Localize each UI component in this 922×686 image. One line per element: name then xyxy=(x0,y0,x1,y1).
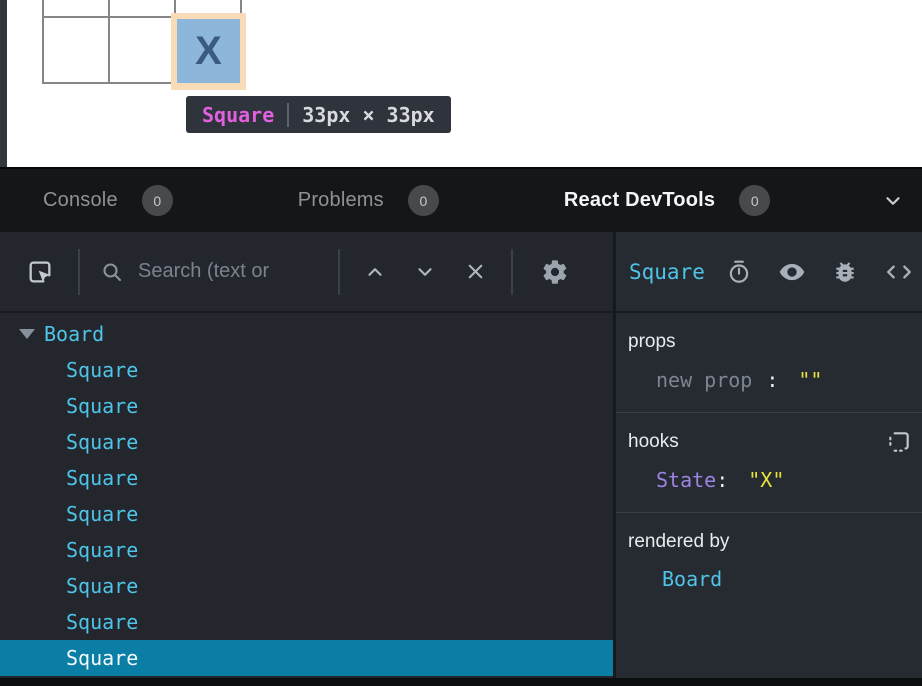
hook-name-label: State xyxy=(656,468,716,492)
selected-component-name: Square xyxy=(629,260,705,284)
inspector-header: Square xyxy=(616,232,922,313)
board-cell[interactable] xyxy=(109,0,175,17)
tree-node-label: Square xyxy=(66,610,138,634)
toolbar-divider xyxy=(338,249,340,295)
tooltip-divider xyxy=(287,103,289,127)
react-devtools-panel: Board Square Square Square Square Square… xyxy=(0,232,922,686)
rendered-by-title: rendered by xyxy=(628,531,910,553)
search-icon xyxy=(100,260,124,284)
tree-node-square[interactable]: Square xyxy=(0,388,613,424)
tree-node-square[interactable]: Square xyxy=(0,532,613,568)
tab-react-devtools-badge: 0 xyxy=(739,185,770,216)
components-tree: Board Square Square Square Square Square… xyxy=(0,313,613,676)
inspect-tooltip: Square 33px × 33px xyxy=(186,96,451,133)
tab-react-devtools-label: React DevTools xyxy=(564,189,715,212)
tree-node-square[interactable]: Square xyxy=(0,460,613,496)
inspector-header-icons xyxy=(726,258,914,286)
inspected-page: X Square 33px × 33px xyxy=(0,0,922,167)
inspect-highlight-padding: X xyxy=(171,13,246,90)
screen: X Square 33px × 33px Console 0 Problems … xyxy=(0,0,922,686)
tree-node-square[interactable]: Square xyxy=(0,424,613,460)
search-nav-icons xyxy=(364,260,487,283)
hook-state-row: State : "X" xyxy=(656,468,910,492)
tree-node-label: Square xyxy=(66,502,138,526)
board-cell[interactable] xyxy=(109,17,175,83)
tab-problems-label: Problems xyxy=(298,189,384,212)
gear-icon[interactable] xyxy=(541,258,569,286)
suspense-stopwatch-icon[interactable] xyxy=(726,259,752,285)
tree-node-label: Board xyxy=(44,322,104,346)
key-value-separator: : xyxy=(766,368,778,392)
tree-node-label: Square xyxy=(66,538,138,562)
tree-node-label: Square xyxy=(66,574,138,598)
props-section-title: props xyxy=(628,331,910,353)
board-cell[interactable] xyxy=(43,0,109,17)
inspect-dom-eye-icon[interactable] xyxy=(778,258,806,286)
chevron-up-icon[interactable] xyxy=(364,261,386,283)
tree-node-board[interactable]: Board xyxy=(0,316,613,352)
devtools-tab-bar: Console 0 Problems 0 React DevTools 0 xyxy=(0,167,922,232)
chevron-down-icon[interactable] xyxy=(414,261,436,283)
tree-node-label: Square xyxy=(66,466,138,490)
tree-node-label: Square xyxy=(66,394,138,418)
toolbar-divider xyxy=(511,249,513,295)
tree-node-label: Square xyxy=(66,646,138,670)
tooltip-dimensions: 33px × 33px xyxy=(302,103,434,127)
tree-toolbar xyxy=(0,232,613,313)
tab-console[interactable]: Console 0 xyxy=(43,185,173,216)
tab-problems-badge: 0 xyxy=(408,185,439,216)
hook-state-value[interactable]: "X" xyxy=(748,468,784,492)
components-tree-pane: Board Square Square Square Square Square… xyxy=(0,232,613,678)
tab-console-label: Console xyxy=(43,189,118,212)
view-source-code-icon[interactable] xyxy=(884,259,914,285)
new-prop-value-input[interactable]: "" xyxy=(798,368,822,392)
search-input[interactable] xyxy=(138,260,338,283)
tab-console-badge: 0 xyxy=(142,185,173,216)
tree-node-label: Square xyxy=(66,358,138,382)
expander-triangle-icon[interactable] xyxy=(19,329,35,339)
clear-search-icon[interactable] xyxy=(464,260,487,283)
parse-hook-names-icon[interactable] xyxy=(886,429,912,455)
component-inspector-pane: Square props xyxy=(616,232,922,678)
rendered-by-owner-link[interactable]: Board xyxy=(662,567,722,591)
hooks-section-title: hooks xyxy=(628,431,910,453)
window-edge xyxy=(0,0,7,167)
rendered-by-section: rendered by Board xyxy=(616,513,922,611)
tab-problems[interactable]: Problems 0 xyxy=(298,185,439,216)
inspect-element-icon[interactable] xyxy=(24,256,56,288)
tree-node-square[interactable]: Square xyxy=(0,352,613,388)
tree-node-square-selected[interactable]: Square xyxy=(0,640,613,676)
props-section: props new prop : "" xyxy=(616,313,922,413)
bottom-strip xyxy=(0,678,922,686)
tree-node-square[interactable]: Square xyxy=(0,604,613,640)
tree-node-square[interactable]: Square xyxy=(0,568,613,604)
tree-node-label: Square xyxy=(66,430,138,454)
new-prop-key-input[interactable]: new prop xyxy=(656,368,752,392)
inspect-highlight-content: X xyxy=(177,19,240,83)
search-box xyxy=(100,260,338,284)
square-cell-value: X xyxy=(195,31,222,71)
toolbar-divider xyxy=(78,249,80,295)
key-value-separator: : xyxy=(716,468,728,492)
tooltip-component-name: Square xyxy=(202,103,274,127)
chevron-down-icon[interactable] xyxy=(882,190,904,212)
props-new-entry-row: new prop : "" xyxy=(656,368,910,392)
tab-react-devtools[interactable]: React DevTools 0 xyxy=(564,185,770,216)
board-cell[interactable] xyxy=(43,17,109,83)
hooks-section: hooks State : "X" xyxy=(616,413,922,513)
tree-node-square[interactable]: Square xyxy=(0,496,613,532)
log-bug-icon[interactable] xyxy=(832,259,858,285)
